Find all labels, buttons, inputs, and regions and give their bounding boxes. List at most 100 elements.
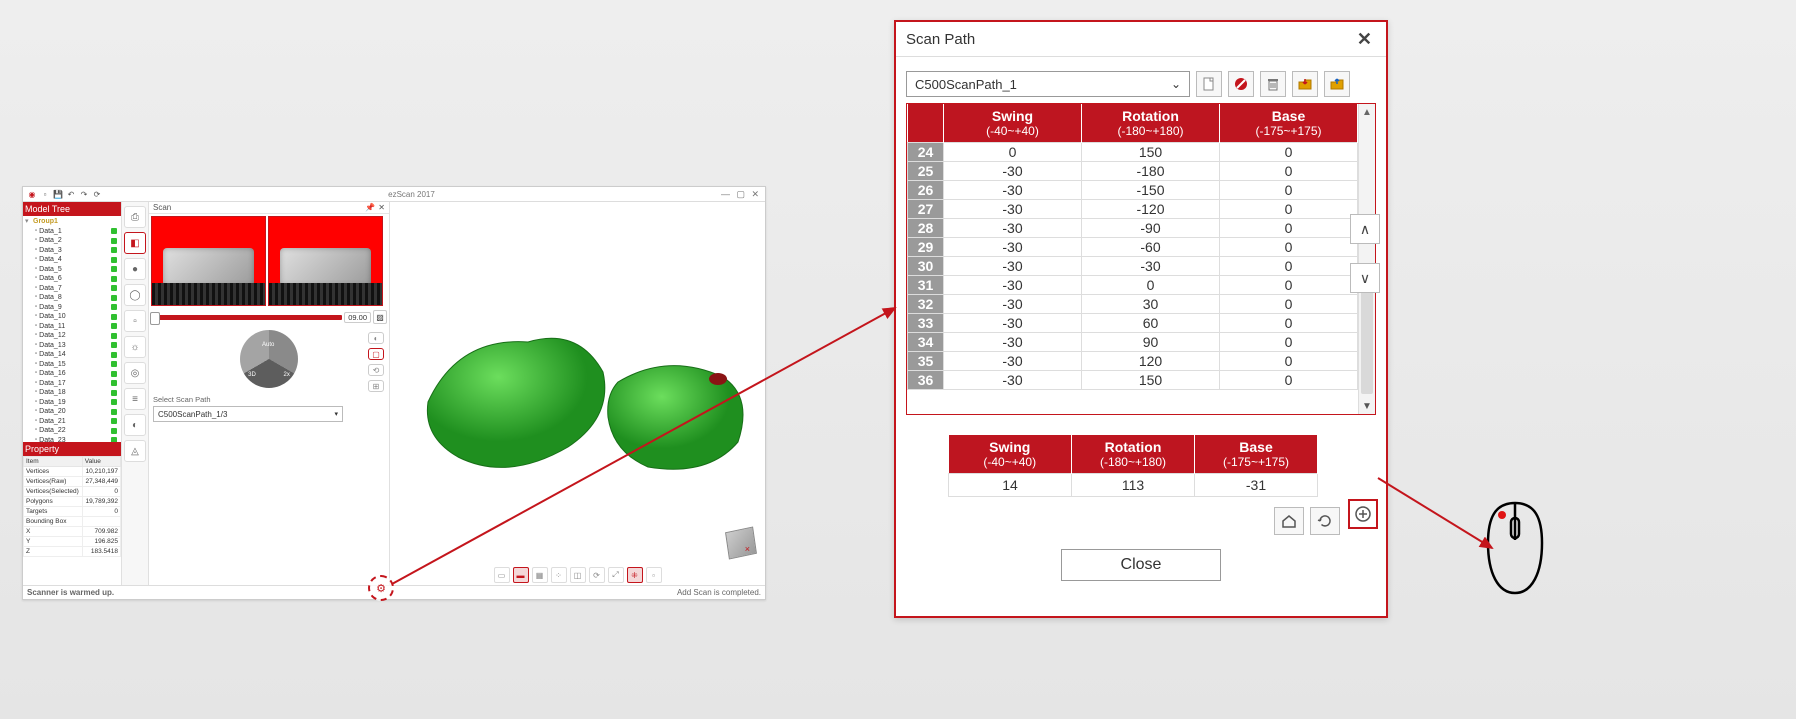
tree-item[interactable]: ▫Data_11 — [25, 322, 119, 332]
input-row[interactable]: 14 113 -31 — [949, 474, 1318, 497]
tree-item[interactable]: ▫Data_10 — [25, 312, 119, 322]
new-file-icon[interactable]: ▫ — [40, 189, 50, 199]
vp-wire-icon[interactable]: ▦ — [532, 567, 548, 583]
tree-item[interactable]: ▫Data_9 — [25, 303, 119, 313]
vp-refresh-icon[interactable]: ⟳ — [589, 567, 605, 583]
table-row[interactable]: 27-30-1200 — [908, 200, 1358, 219]
usb-icon[interactable]: ⎙ — [124, 206, 146, 228]
tree-item[interactable]: ▫Data_14 — [25, 350, 119, 360]
tree-item[interactable]: ▫Data_7 — [25, 284, 119, 294]
reset-icon[interactable]: ⟲ — [368, 364, 384, 376]
undo-icon[interactable]: ↶ — [66, 189, 76, 199]
property-row: Targets0 — [24, 507, 121, 517]
table-row[interactable]: 35-301200 — [908, 352, 1358, 371]
3d-viewport[interactable]: ▭ ▬ ▦ ⁘ ◫ ⟳ ⤢ ⁜ ▫ — [390, 202, 765, 585]
tree-item[interactable]: ▫Data_21 — [25, 417, 119, 427]
exposure-value[interactable]: 09.00 — [344, 312, 371, 323]
tree-item[interactable]: ▫Data_6 — [25, 274, 119, 284]
grid-icon[interactable]: ⊞ — [368, 380, 384, 392]
vp-empty-icon[interactable]: ▫ — [646, 567, 662, 583]
table-row[interactable]: 29-30-600 — [908, 238, 1358, 257]
view-cube-gizmo[interactable] — [727, 529, 755, 557]
scan-path-select[interactable]: C500ScanPath_1/3 ▾ — [153, 406, 343, 422]
disable-path-icon[interactable] — [1228, 71, 1254, 97]
gear-highlight-icon[interactable]: ⚙ — [368, 575, 394, 601]
vp-normal-icon[interactable]: ◫ — [570, 567, 586, 583]
tree-item[interactable]: ▫Data_12 — [25, 331, 119, 341]
mesh-icon[interactable]: ◬ — [124, 440, 146, 462]
tree-item[interactable]: ▫Data_22 — [25, 426, 119, 436]
home-position-icon[interactable] — [1274, 507, 1304, 535]
model-tree-list[interactable]: ▾Group1▫Data_1▫Data_2▫Data_3▫Data_4▫Data… — [23, 216, 121, 442]
tree-item[interactable]: ▫Data_2 — [25, 236, 119, 246]
exposure-slider[interactable] — [151, 315, 342, 320]
table-row[interactable]: 26-30-1500 — [908, 181, 1358, 200]
scan-model-icon[interactable]: ◧ — [124, 232, 146, 254]
tree-item[interactable]: ▫Data_15 — [25, 360, 119, 370]
table-row[interactable]: 25-30-1800 — [908, 162, 1358, 181]
tree-item[interactable]: ▫Data_1 — [25, 227, 119, 237]
scroll-thumb[interactable] — [1361, 284, 1373, 394]
tree-item[interactable]: ▫Data_20 — [25, 407, 119, 417]
tree-item[interactable]: ▫Data_4 — [25, 255, 119, 265]
vp-select-icon[interactable]: ▭ — [494, 567, 510, 583]
scan-mode-pie[interactable]: Auto 3D 2x — [240, 330, 298, 388]
input-rotation[interactable]: 113 — [1072, 474, 1195, 497]
scan-pin-icon[interactable]: 📌 — [365, 203, 375, 212]
scan-path-table[interactable]: Swing(-40~+40) Rotation(-180~+180) Base(… — [907, 104, 1358, 390]
table-row[interactable]: 36-301500 — [908, 371, 1358, 390]
redo-icon[interactable]: ↷ — [79, 189, 89, 199]
tree-item[interactable]: ▫Data_16 — [25, 369, 119, 379]
external-down-button[interactable]: ∨ — [1350, 263, 1380, 293]
tree-item[interactable]: ▫Data_8 — [25, 293, 119, 303]
layers-icon[interactable]: ≡ — [124, 388, 146, 410]
tree-item[interactable]: ▫Data_3 — [25, 246, 119, 256]
scroll-down-icon[interactable]: ▼ — [1359, 398, 1375, 414]
tree-item[interactable]: ▫Data_5 — [25, 265, 119, 275]
table-row[interactable]: 28-30-900 — [908, 219, 1358, 238]
crop-icon[interactable]: ▢ — [368, 348, 384, 360]
auto-exposure-icon[interactable]: ▨ — [373, 310, 387, 324]
save-icon[interactable]: 💾 — [53, 189, 63, 199]
table-scrollbar[interactable]: ▲ ▼ — [1358, 104, 1375, 414]
vp-point-icon[interactable]: ⁘ — [551, 567, 567, 583]
delete-path-icon[interactable] — [1260, 71, 1286, 97]
external-up-button[interactable]: ∧ — [1350, 214, 1380, 244]
box-tool-icon[interactable]: ▫ — [124, 310, 146, 332]
table-row[interactable]: 30-30-300 — [908, 257, 1358, 276]
refresh-icon[interactable] — [1310, 507, 1340, 535]
table-row[interactable]: 2401500 — [908, 143, 1358, 162]
add-row-button[interactable] — [1348, 499, 1378, 529]
table-row[interactable]: 32-30300 — [908, 295, 1358, 314]
close-button[interactable]: Close — [1061, 549, 1221, 581]
tree-item[interactable]: ▫Data_17 — [25, 379, 119, 389]
tree-item[interactable]: ▫Data_18 — [25, 388, 119, 398]
import-path-icon[interactable] — [1292, 71, 1318, 97]
window-controls[interactable]: — ▢ ✕ — [721, 189, 761, 200]
tree-item[interactable]: ▫Data_19 — [25, 398, 119, 408]
vp-expand-icon[interactable]: ⤢ — [608, 567, 624, 583]
dialog-close-icon[interactable]: ✕ — [1353, 29, 1376, 50]
history-icon[interactable]: ⟳ — [92, 189, 102, 199]
input-swing[interactable]: 14 — [949, 474, 1072, 497]
chevron-down-icon: ▾ — [334, 410, 338, 418]
color-icon[interactable]: ◐ — [124, 414, 146, 436]
new-path-icon[interactable] — [1196, 71, 1222, 97]
path-name-select[interactable]: C500ScanPath_1 ⌄ — [906, 71, 1190, 97]
contrast-icon[interactable]: ◐ — [368, 332, 384, 344]
tree-item[interactable]: ▫Data_13 — [25, 341, 119, 351]
export-path-icon[interactable] — [1324, 71, 1350, 97]
settings-icon[interactable]: ☼ — [124, 336, 146, 358]
target-icon[interactable]: ◎ — [124, 362, 146, 384]
table-row[interactable]: 33-30600 — [908, 314, 1358, 333]
scroll-up-icon[interactable]: ▲ — [1359, 104, 1375, 120]
cylinder-tool-icon[interactable]: ◯ — [124, 284, 146, 306]
table-row[interactable]: 34-30900 — [908, 333, 1358, 352]
scan-close-icon[interactable]: ✕ — [378, 203, 385, 212]
sphere-tool-icon[interactable]: ● — [124, 258, 146, 280]
vp-grid-icon[interactable]: ⁜ — [627, 567, 643, 583]
input-base[interactable]: -31 — [1195, 474, 1318, 497]
table-row[interactable]: 31-3000 — [908, 276, 1358, 295]
vp-shade-icon[interactable]: ▬ — [513, 567, 529, 583]
tree-group[interactable]: Group1 — [33, 217, 58, 227]
